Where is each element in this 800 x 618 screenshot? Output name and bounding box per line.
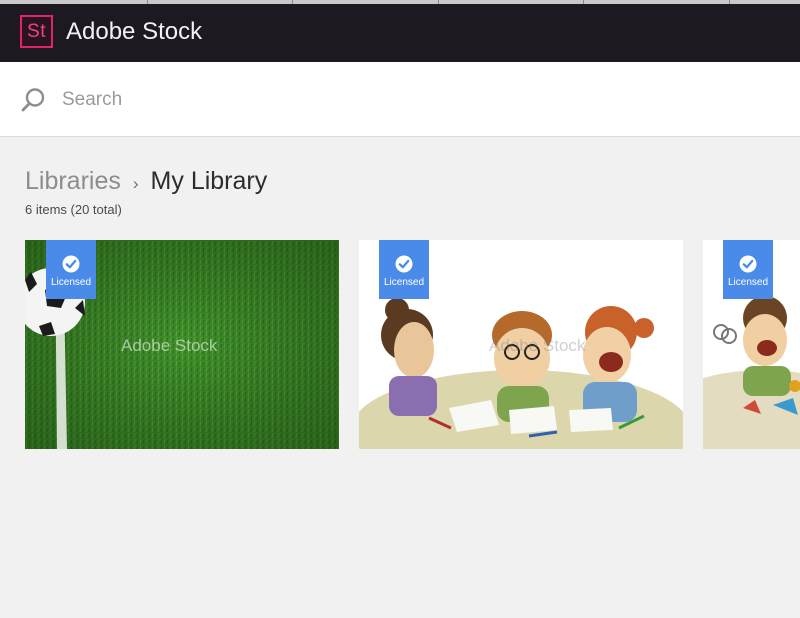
badge-label: Licensed [383, 277, 425, 288]
adobe-stock-logo[interactable]: St [20, 15, 53, 48]
breadcrumb: Libraries › My Library [25, 165, 267, 199]
check-icon [62, 255, 80, 273]
watermark-text: Adobe Stock [121, 336, 218, 355]
licensed-badge: Licensed [379, 240, 429, 299]
search-input[interactable] [62, 84, 762, 116]
check-icon [739, 255, 757, 273]
breadcrumb-separator: › [132, 174, 139, 193]
check-icon [395, 255, 413, 273]
badge-label: Licensed [50, 277, 92, 288]
licensed-badge: Licensed [46, 240, 96, 299]
search-bar [0, 62, 800, 137]
badge-label: Licensed [727, 277, 769, 288]
app-header: St Adobe Stock [0, 4, 800, 62]
asset-card[interactable]: Adobe Stock Licensed [25, 240, 339, 449]
watermark-text: Adobe Stock [489, 336, 586, 355]
breadcrumb-libraries-link[interactable]: Libraries [25, 165, 121, 197]
item-count: 6 items (20 total) [25, 202, 122, 217]
asset-card[interactable]: Adobe Stock Licensed [359, 240, 683, 449]
app-title[interactable]: Adobe Stock [66, 18, 202, 46]
page-title: My Library [150, 167, 268, 195]
licensed-badge: Licensed [723, 240, 773, 299]
search-icon[interactable] [20, 87, 46, 113]
asset-card[interactable]: Licensed [703, 240, 800, 449]
